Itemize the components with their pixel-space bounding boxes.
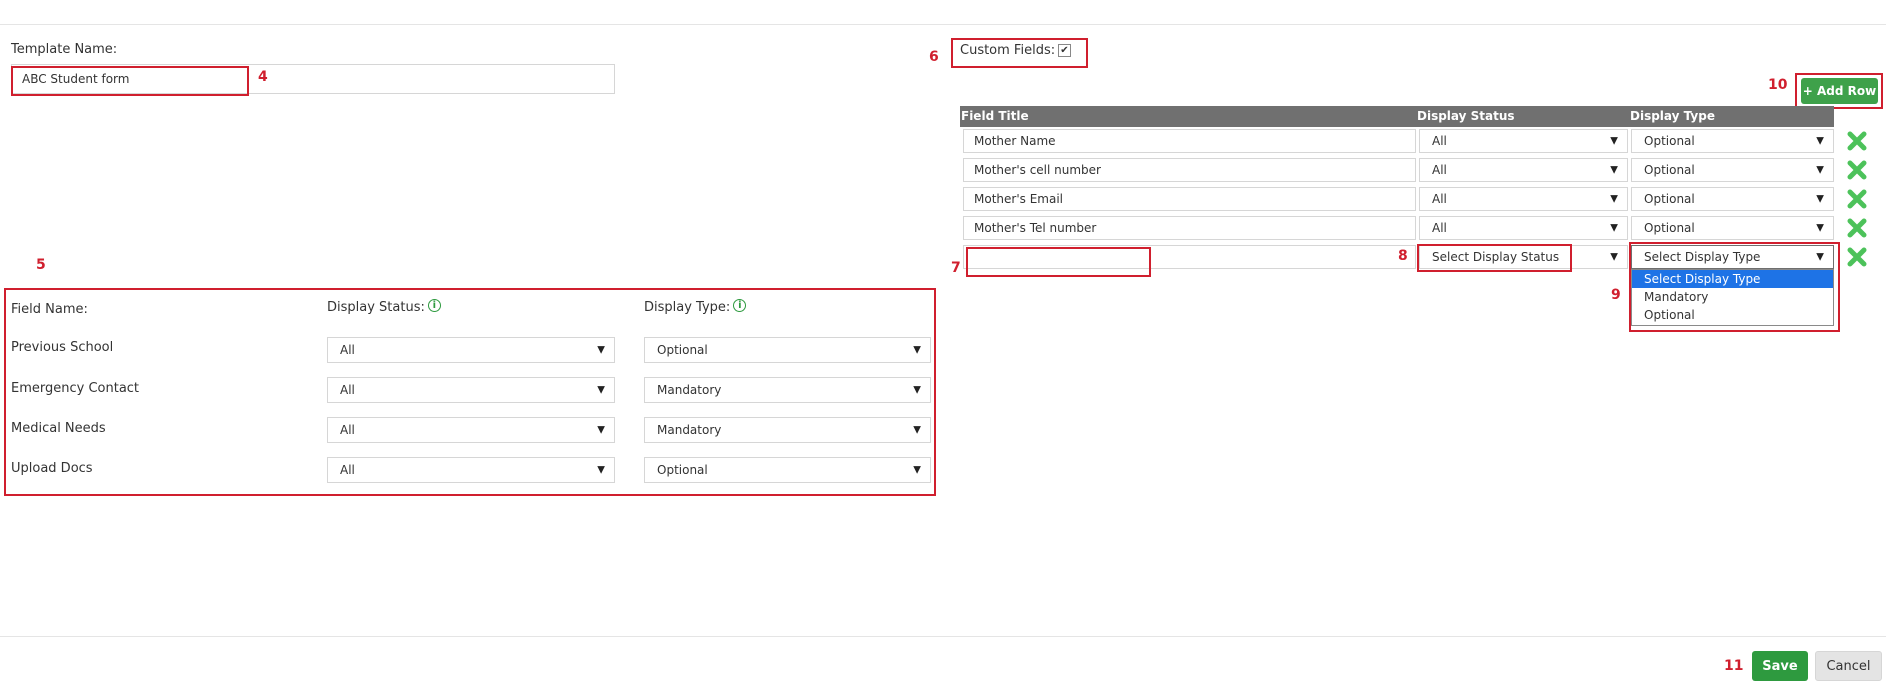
delete-row-button[interactable] — [1846, 246, 1868, 268]
field-row-status-value: All — [340, 383, 355, 397]
dropdown-arrow-icon: ▼ — [597, 464, 605, 476]
info-icon[interactable]: i — [427, 299, 441, 312]
field-row-status-select[interactable]: All ▼ — [327, 377, 615, 403]
column-header-field-title: Field Title — [961, 109, 1029, 123]
annotation-box-8 — [1417, 244, 1572, 272]
field-name-header: Field Name: — [11, 302, 88, 317]
annotation-number-9: 9 — [1611, 287, 1621, 303]
dropdown-arrow-icon: ▼ — [1816, 193, 1824, 205]
custom-row-title-input[interactable]: Mother's Tel number — [963, 216, 1416, 240]
custom-row-status-select[interactable]: All ▼ — [1419, 187, 1628, 211]
display-type-header-label: Display Type: — [644, 300, 731, 315]
custom-row-status-value: All — [1432, 134, 1447, 148]
template-name-label: Template Name: — [11, 42, 118, 57]
footer-divider — [0, 636, 1886, 637]
info-icon[interactable]: i — [733, 299, 747, 312]
custom-row-status-value: All — [1432, 192, 1447, 206]
field-row-type-select[interactable]: Optional ▼ — [644, 337, 931, 363]
display-status-header: Display Status: i — [327, 299, 441, 315]
add-row-button[interactable]: + Add Row — [1801, 78, 1878, 104]
delete-row-button[interactable] — [1846, 217, 1868, 239]
custom-row-title-input[interactable]: Mother's cell number — [963, 158, 1416, 182]
field-row-status-value: All — [340, 423, 355, 437]
dropdown-arrow-icon: ▼ — [1610, 193, 1618, 205]
annotation-box-4 — [11, 66, 249, 96]
dropdown-arrow-icon: ▼ — [597, 344, 605, 356]
field-row-type-select[interactable]: Mandatory ▼ — [644, 417, 931, 443]
field-row-type-value: Optional — [657, 343, 708, 357]
dropdown-arrow-icon: ▼ — [1610, 251, 1618, 263]
delete-row-button[interactable] — [1846, 188, 1868, 210]
custom-fields-checkbox[interactable]: ✔ — [1058, 44, 1071, 57]
dropdown-arrow-icon: ▼ — [913, 464, 921, 476]
custom-row-type-value: Optional — [1644, 221, 1695, 235]
annotation-number-10: 10 — [1768, 77, 1788, 93]
field-row-status-value: All — [340, 463, 355, 477]
delete-row-button[interactable] — [1846, 130, 1868, 152]
dropdown-arrow-icon: ▼ — [597, 424, 605, 436]
field-row-status-select[interactable]: All ▼ — [327, 457, 615, 483]
dropdown-arrow-icon: ▼ — [1816, 135, 1824, 147]
custom-fields-label: Custom Fields: — [960, 43, 1056, 58]
annotation-number-4: 4 — [258, 69, 268, 85]
field-row-name: Emergency Contact — [11, 381, 140, 396]
custom-row-type-select[interactable]: Optional ▼ — [1631, 158, 1834, 182]
annotation-box-9 — [1629, 242, 1840, 332]
field-row-status-value: All — [340, 343, 355, 357]
custom-row-type-select[interactable]: Optional ▼ — [1631, 187, 1834, 211]
column-header-display-status: Display Status — [1417, 109, 1515, 123]
custom-row-title-input[interactable]: Mother's Email — [963, 187, 1416, 211]
custom-row-status-select[interactable]: All ▼ — [1419, 216, 1628, 240]
checkmark-icon: ✔ — [1060, 45, 1069, 56]
custom-row-type-value: Optional — [1644, 163, 1695, 177]
field-row-type-value: Optional — [657, 463, 708, 477]
display-status-header-label: Display Status: — [327, 300, 425, 315]
field-row-type-value: Mandatory — [657, 383, 722, 397]
field-row-status-select[interactable]: All ▼ — [327, 417, 615, 443]
save-button[interactable]: Save — [1752, 651, 1808, 681]
dropdown-arrow-icon: ▼ — [1610, 222, 1618, 234]
delete-icon — [1847, 160, 1867, 180]
dropdown-arrow-icon: ▼ — [913, 384, 921, 396]
delete-icon — [1847, 218, 1867, 238]
annotation-number-5: 5 — [36, 257, 46, 273]
cancel-button[interactable]: Cancel — [1815, 651, 1882, 681]
field-row-name: Previous School — [11, 340, 114, 355]
top-divider — [0, 24, 1886, 25]
dropdown-arrow-icon: ▼ — [597, 384, 605, 396]
delete-icon — [1847, 131, 1867, 151]
custom-row-type-value: Optional — [1644, 192, 1695, 206]
custom-row-title-input[interactable]: Mother Name — [963, 129, 1416, 153]
delete-row-button[interactable] — [1846, 159, 1868, 181]
dropdown-arrow-icon: ▼ — [913, 344, 921, 356]
dropdown-arrow-icon: ▼ — [1816, 222, 1824, 234]
field-row-name: Medical Needs — [11, 421, 106, 436]
delete-icon — [1847, 247, 1867, 267]
custom-row-type-select[interactable]: Optional ▼ — [1631, 129, 1834, 153]
field-row-status-select[interactable]: All ▼ — [327, 337, 615, 363]
custom-fields-table-header: Field Title Display Status Display Type — [960, 106, 1834, 127]
annotation-number-8: 8 — [1398, 248, 1408, 264]
annotation-number-7: 7 — [951, 260, 961, 276]
custom-row-status-value: All — [1432, 221, 1447, 235]
dropdown-arrow-icon: ▼ — [1610, 135, 1618, 147]
custom-row-status-select[interactable]: All ▼ — [1419, 129, 1628, 153]
dropdown-arrow-icon: ▼ — [1816, 164, 1824, 176]
dropdown-arrow-icon: ▼ — [1610, 164, 1618, 176]
field-row-type-select[interactable]: Mandatory ▼ — [644, 377, 931, 403]
delete-icon — [1847, 189, 1867, 209]
field-row-type-value: Mandatory — [657, 423, 722, 437]
annotation-box-7 — [966, 247, 1151, 277]
annotation-number-6: 6 — [929, 49, 939, 65]
custom-row-status-value: All — [1432, 163, 1447, 177]
field-row-type-select[interactable]: Optional ▼ — [644, 457, 931, 483]
display-type-header: Display Type: i — [644, 299, 747, 315]
custom-row-type-value: Optional — [1644, 134, 1695, 148]
dropdown-arrow-icon: ▼ — [913, 424, 921, 436]
column-header-display-type: Display Type — [1630, 109, 1715, 123]
custom-row-type-select[interactable]: Optional ▼ — [1631, 216, 1834, 240]
custom-row-status-select[interactable]: All ▼ — [1419, 158, 1628, 182]
field-row-name: Upload Docs — [11, 461, 93, 476]
annotation-number-11: 11 — [1724, 658, 1744, 674]
